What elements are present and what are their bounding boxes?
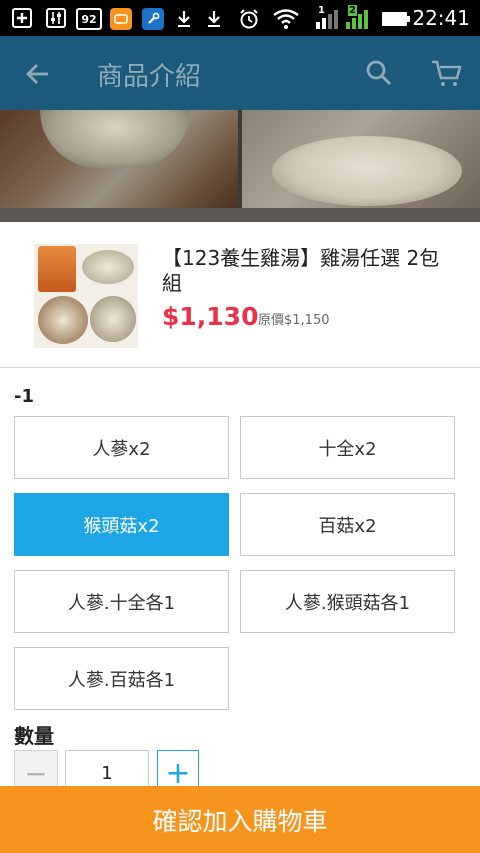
spec-label: -1 bbox=[14, 386, 34, 407]
back-arrow-icon[interactable] bbox=[24, 54, 56, 90]
status-time: 22:41 bbox=[412, 6, 470, 30]
battery-92-icon: 92 bbox=[76, 8, 102, 30]
original-price: 原價$1,150 bbox=[258, 313, 330, 328]
quantity-label: 數量 bbox=[14, 724, 54, 748]
add-box-icon bbox=[12, 8, 32, 28]
product-thumbnail bbox=[34, 244, 138, 348]
cart-icon[interactable] bbox=[430, 58, 462, 88]
quantity-decrement-button[interactable]: − bbox=[14, 750, 58, 786]
product-summary: 【123養生雞湯】雞湯任選 2包組 $1,130 原價$1,150 bbox=[0, 222, 480, 368]
quantity-increment-button[interactable]: + bbox=[157, 750, 199, 786]
signal-1-icon: 1 bbox=[314, 5, 340, 30]
confirm-add-to-cart-button[interactable]: 確認加入購物車 bbox=[0, 786, 480, 853]
hero-banner bbox=[0, 110, 480, 222]
hero-image-1 bbox=[0, 110, 238, 208]
wifi-icon bbox=[272, 8, 300, 30]
plus-icon: + bbox=[165, 755, 191, 787]
option-sheet: 【123養生雞湯】雞湯任選 2包組 $1,130 原價$1,150 -1 人蔘x… bbox=[0, 222, 480, 786]
status-bar: 92 1 2 22:41 bbox=[0, 0, 480, 36]
app-bar: 商品介紹 bbox=[0, 36, 480, 110]
product-name: 【123養生雞湯】雞湯任選 2包組 bbox=[162, 246, 440, 295]
option-button-selected[interactable]: 猴頭菇x2 bbox=[14, 493, 229, 556]
option-button[interactable]: 人蔘.百菇各1 bbox=[14, 647, 229, 710]
download-icon bbox=[174, 8, 194, 30]
option-button[interactable]: 人蔘.猴頭菇各1 bbox=[240, 570, 455, 633]
wrench-icon bbox=[142, 8, 164, 30]
sim2-label: 2 bbox=[348, 5, 357, 16]
settings-sliders-icon bbox=[46, 8, 66, 28]
option-button[interactable]: 人蔘x2 bbox=[14, 416, 229, 479]
download-icon bbox=[204, 8, 224, 30]
message-icon bbox=[110, 8, 132, 30]
battery-92-text: 92 bbox=[81, 12, 97, 26]
option-button[interactable]: 十全x2 bbox=[240, 416, 455, 479]
signal-2-icon: 2 bbox=[344, 5, 370, 30]
sim1-label: 1 bbox=[318, 5, 325, 16]
page-title: 商品介紹 bbox=[97, 62, 202, 92]
hero-image-2 bbox=[242, 110, 480, 208]
option-button[interactable]: 百菇x2 bbox=[240, 493, 455, 556]
search-icon[interactable] bbox=[364, 58, 394, 88]
battery-icon bbox=[382, 8, 410, 30]
alarm-icon bbox=[237, 8, 261, 30]
option-button[interactable]: 人蔘.十全各1 bbox=[14, 570, 229, 633]
minus-icon: − bbox=[24, 756, 48, 787]
product-price: $1,130 bbox=[162, 302, 259, 331]
quantity-input[interactable] bbox=[65, 750, 149, 786]
